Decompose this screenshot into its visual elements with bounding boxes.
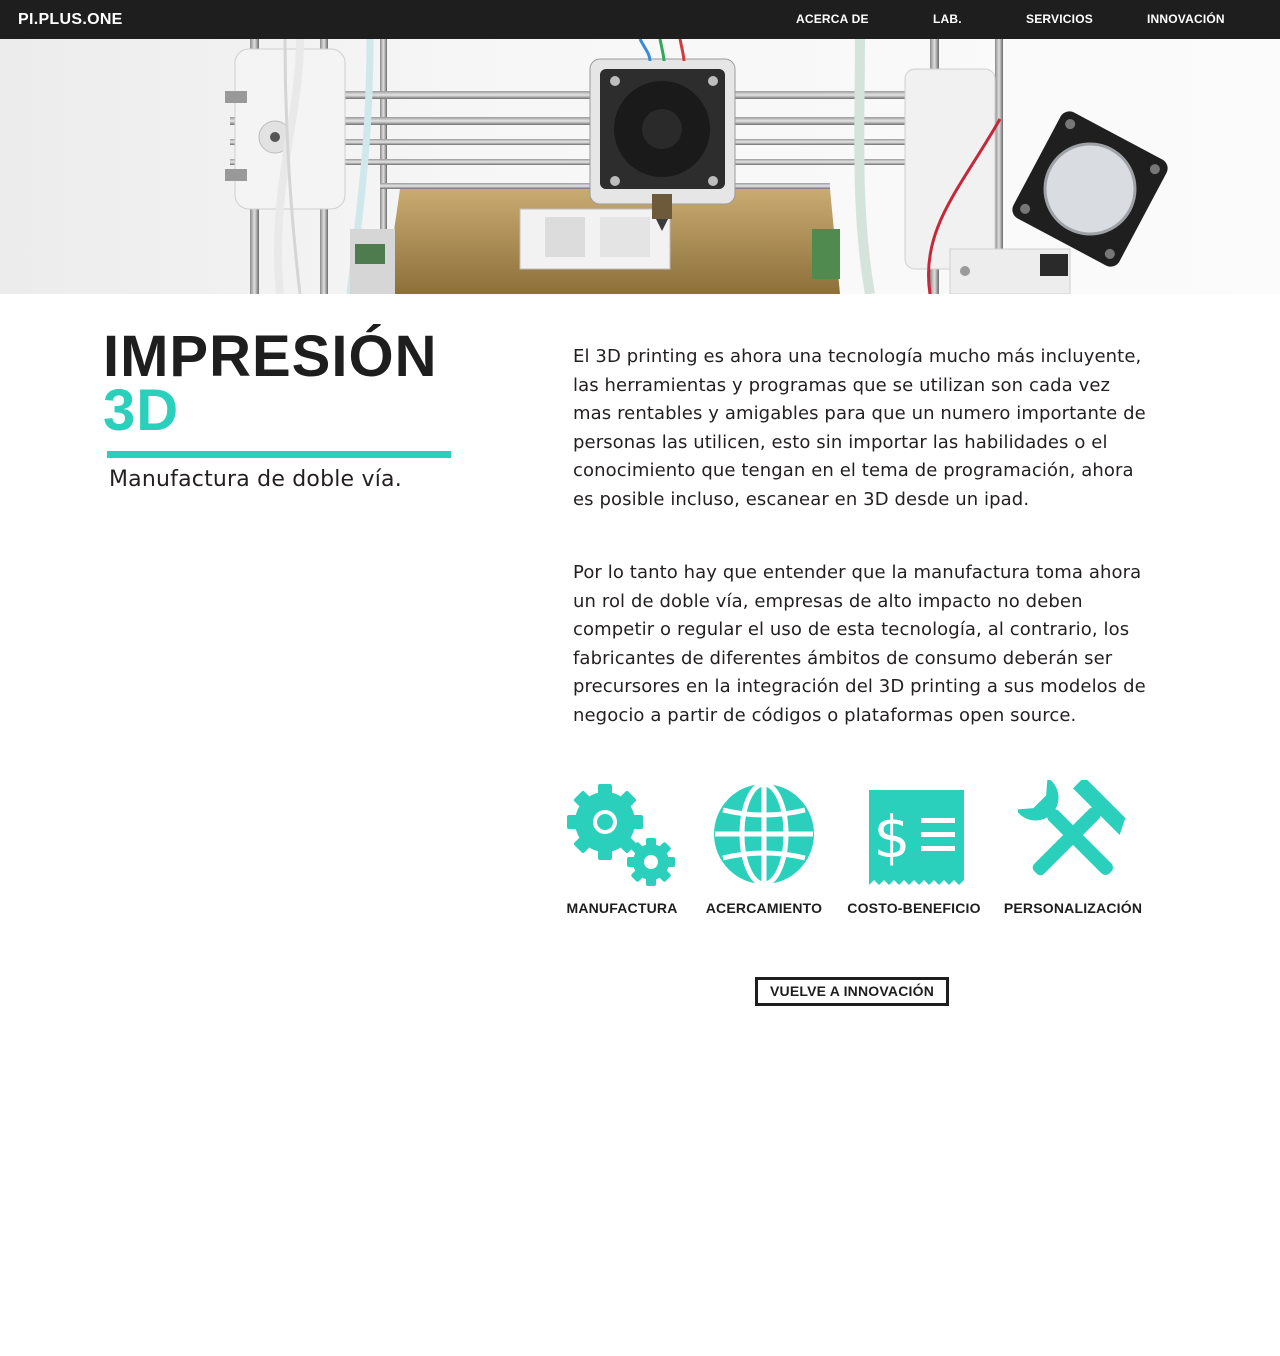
back-to-innovacion-button[interactable]: VUELVE A INNOVACIÓN (755, 977, 949, 1006)
printer-illustration (225, 39, 1168, 294)
nav-link-acerca-de[interactable]: ACERCA DE (796, 0, 869, 38)
brand-logo[interactable]: PI.PLUS.ONE (18, 0, 123, 39)
svg-text:$: $ (874, 803, 911, 871)
nav-link-servicios[interactable]: SERVICIOS (1026, 0, 1093, 38)
feature-label: COSTO-BENEFICIO (847, 900, 981, 916)
nav-link-lab[interactable]: LAB. (933, 0, 962, 38)
feature-label: ACERCAMIENTO (705, 900, 823, 916)
feature-acercamiento: ACERCAMIENTO (689, 780, 839, 916)
tools-icon (998, 777, 1148, 895)
page-title: IMPRESIÓN 3D (103, 324, 438, 443)
globe-icon (689, 780, 839, 895)
top-nav: PI.PLUS.ONE ACERCA DE LAB. SERVICIOS INN… (0, 0, 1280, 39)
gears-icon (547, 780, 697, 895)
receipt-icon: $ (839, 780, 989, 895)
paragraph-1: El 3D printing es ahora una tecnología m… (573, 346, 1146, 510)
title-line-2: 3D (103, 378, 180, 443)
feature-personalizacion: PERSONALIZACIÓN (998, 777, 1148, 916)
title-line-1: IMPRESIÓN (103, 324, 438, 389)
feature-costo-beneficio: $ COSTO-BENEFICIO (839, 780, 989, 916)
title-underline (107, 451, 451, 458)
feature-label: MANUFACTURA (566, 900, 678, 916)
nav-link-innovacion[interactable]: INNOVACIÓN (1147, 0, 1225, 38)
feature-manufactura: MANUFACTURA (547, 780, 697, 916)
feature-label: PERSONALIZACIÓN (1003, 900, 1143, 916)
hero-image (0, 39, 1280, 294)
paragraph-2: Por lo tanto hay que entender que la man… (573, 562, 1146, 726)
page-subtitle: Manufactura de doble vía. (109, 467, 402, 492)
